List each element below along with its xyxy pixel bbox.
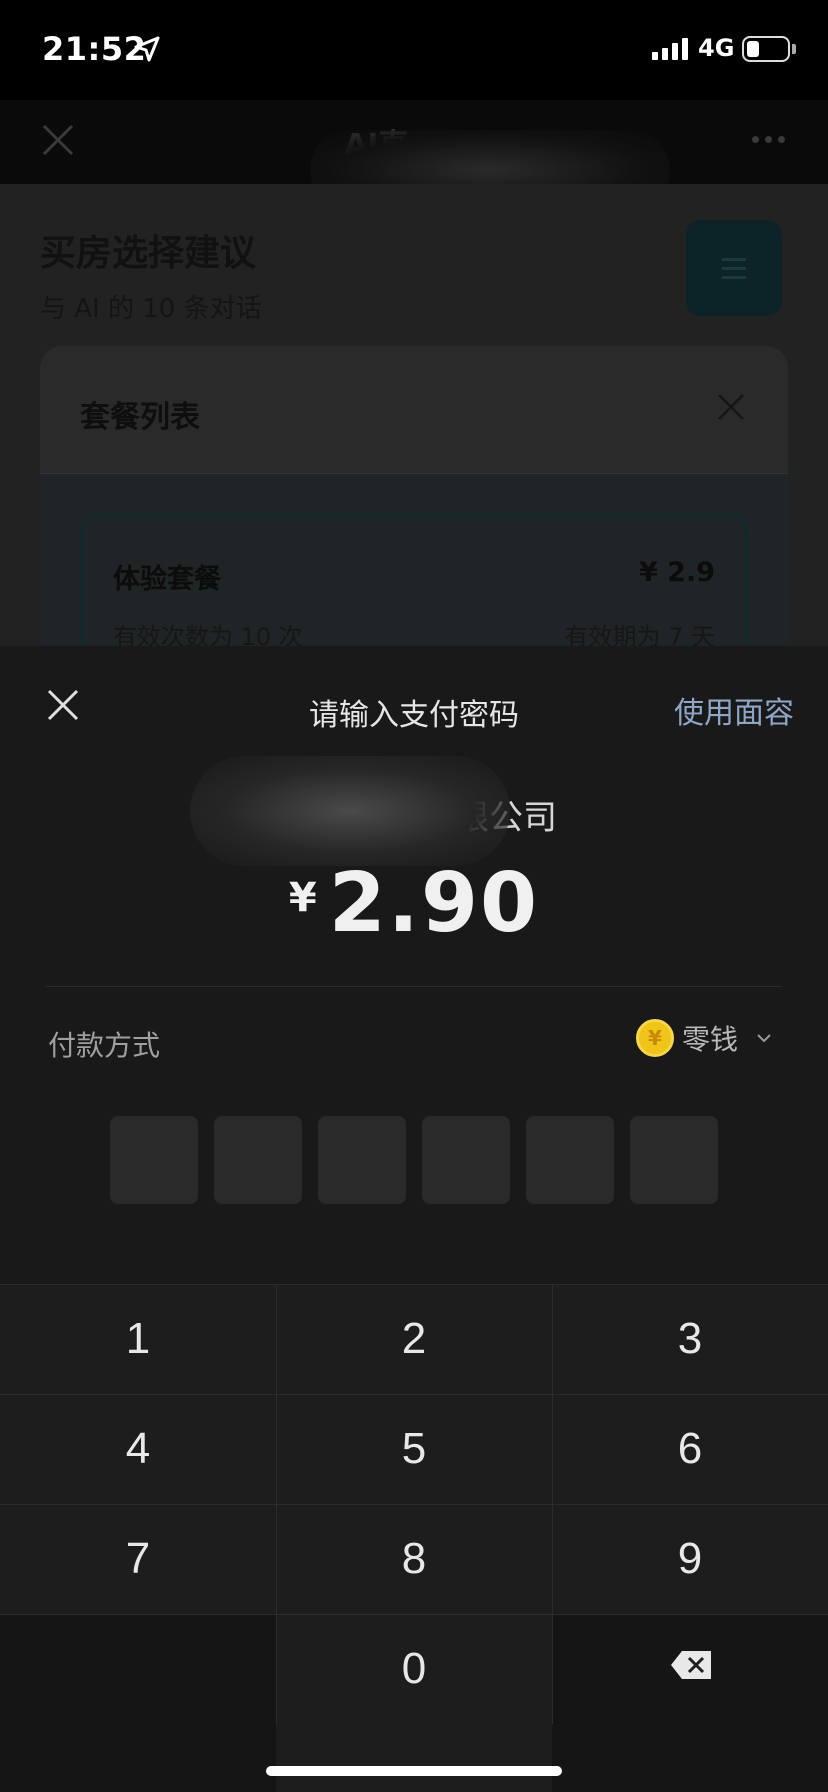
payment-method-selector[interactable]: ¥ 零钱	[635, 1018, 772, 1058]
plan-card[interactable]: 体验套餐 ¥ 2.9 有效次数为 10 次 有效期为 7 天	[80, 514, 748, 646]
more-icon[interactable]	[752, 136, 785, 143]
status-time: 21:52	[42, 30, 147, 68]
home-indicator[interactable]	[266, 1766, 562, 1776]
key-0[interactable]: 0	[276, 1614, 552, 1724]
currency-symbol: ¥	[288, 875, 317, 921]
status-bar: 21:52 4G	[0, 0, 828, 100]
plan-list-sheet: 套餐列表 体验套餐 ¥ 2.9 有效次数为 10 次 有效期为 7 天	[40, 346, 788, 646]
numeric-keypad: 1 2 3 4 5 6 7 8 9 0	[0, 1284, 828, 1792]
page-subtitle: 与 AI 的 10 条对话	[40, 294, 262, 324]
signal-strength-icon	[652, 38, 688, 60]
plan-count: 有效次数为 10 次	[113, 623, 303, 646]
pin-digit-box	[422, 1116, 510, 1204]
plan-validity: 有效期为 7 天	[564, 623, 715, 646]
redaction-smudge	[190, 756, 510, 866]
key-7[interactable]: 7	[0, 1504, 276, 1614]
pin-digit-box	[110, 1116, 198, 1204]
use-face-id-button[interactable]: 使用面容	[674, 688, 794, 732]
network-type: 4G	[698, 34, 735, 62]
close-icon[interactable]	[40, 122, 76, 158]
battery-icon	[742, 36, 790, 62]
key-9[interactable]: 9	[552, 1504, 828, 1614]
plan-name: 体验套餐	[113, 564, 221, 595]
menu-icon	[722, 258, 746, 285]
key-6[interactable]: 6	[552, 1394, 828, 1504]
amount-value: 2.90	[328, 856, 540, 951]
chevron-down-icon	[757, 1034, 771, 1043]
payment-panel: 请输入支付密码 使用面容 有限公司 ¥2.90 付款方式 ¥ 零钱	[0, 646, 828, 1284]
sheet-body: 体验套餐 ¥ 2.9 有效次数为 10 次 有效期为 7 天	[40, 474, 788, 646]
payment-method-label: 付款方式	[48, 1029, 161, 1062]
keypad-delete-area	[552, 1614, 828, 1792]
backspace-icon[interactable]	[670, 1650, 712, 1680]
pin-digit-box	[214, 1116, 302, 1204]
pin-digit-box	[630, 1116, 718, 1204]
menu-button[interactable]	[686, 220, 782, 316]
divider	[46, 986, 782, 987]
pin-input[interactable]	[110, 1116, 718, 1204]
sheet-title: 套餐列表	[80, 400, 200, 435]
page-content: 买房选择建议 与 AI 的 10 条对话 套餐列表 体验套餐 ¥ 2.9 有效次…	[0, 184, 828, 646]
wallet-coin-icon: ¥	[635, 1019, 674, 1057]
key-3[interactable]: 3	[552, 1284, 828, 1394]
key-2[interactable]: 2	[276, 1284, 552, 1394]
key-1[interactable]: 1	[0, 1284, 276, 1394]
payment-method-value: 零钱	[681, 1023, 738, 1056]
pin-digit-box	[318, 1116, 406, 1204]
location-arrow-icon	[134, 36, 160, 62]
keypad-blank-left	[0, 1614, 276, 1792]
plan-price: ¥ 2.9	[638, 557, 715, 588]
key-8[interactable]: 8	[276, 1504, 552, 1614]
sheet-close-icon[interactable]	[716, 392, 746, 422]
battery-tip	[792, 44, 796, 54]
payment-amount: ¥2.90	[0, 856, 828, 951]
page-title: 买房选择建议	[40, 233, 257, 274]
pin-digit-box	[526, 1116, 614, 1204]
key-5[interactable]: 5	[276, 1394, 552, 1504]
key-4[interactable]: 4	[0, 1394, 276, 1504]
